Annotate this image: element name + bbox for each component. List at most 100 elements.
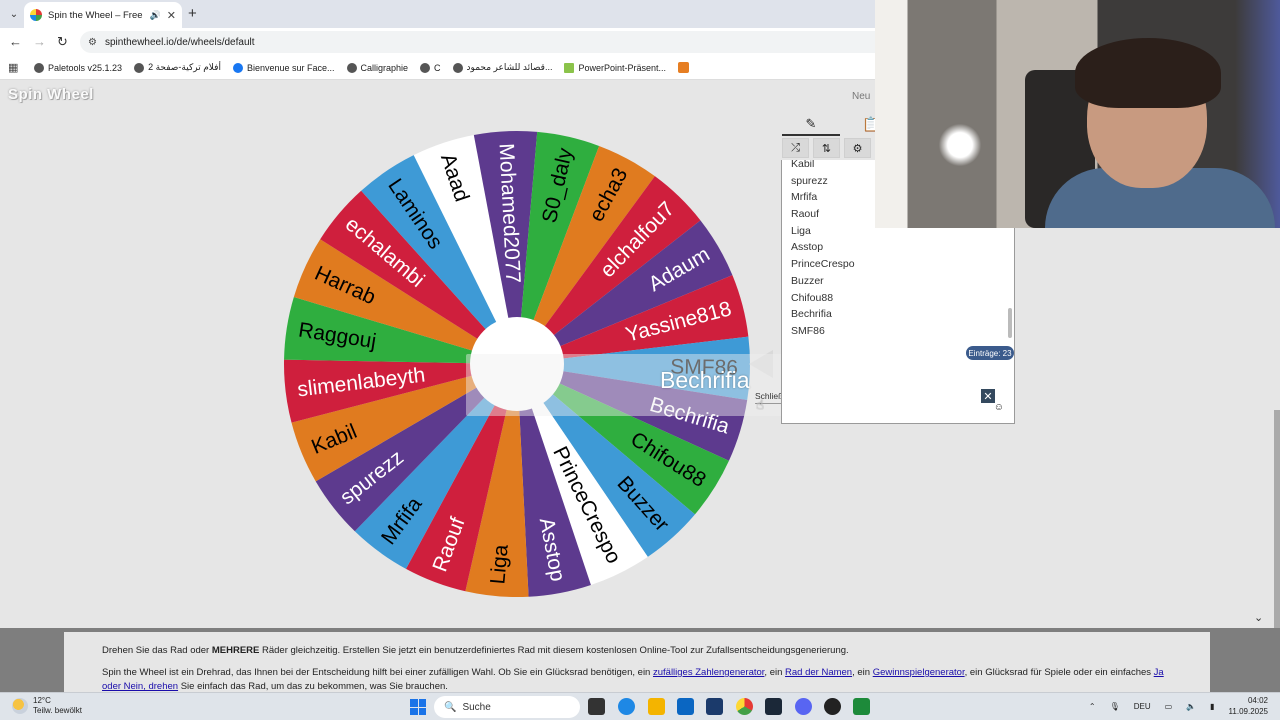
search-icon: 🔍: [444, 701, 457, 713]
edit-pencil-icon[interactable]: ✎: [782, 114, 840, 136]
webcam-overlay: [875, 0, 1280, 228]
search-label: Suche: [462, 701, 491, 713]
browser-tab-active[interactable]: Spin the Wheel – Free and e 🔊 ✕: [24, 2, 182, 28]
close-x-icon[interactable]: ✕: [981, 389, 995, 403]
entry-item[interactable]: Bechrifia: [791, 306, 1014, 323]
entry-tools: ⤮ ⇅ ⚙: [782, 138, 876, 158]
info-paragraph-2: Spin the Wheel ist ein Drehrad, das Ihne…: [102, 666, 1172, 694]
task-view-icon[interactable]: [588, 698, 605, 715]
reload-icon[interactable]: ↻: [57, 34, 68, 50]
windows-start-icon[interactable]: [410, 699, 426, 715]
entry-item[interactable]: PrinceCrespo: [791, 256, 1014, 273]
entry-item[interactable]: Chifou88: [791, 290, 1014, 307]
steam-icon[interactable]: [765, 698, 782, 715]
winner-name: Bechrifia: [660, 367, 750, 393]
speaker-icon[interactable]: 🔊: [150, 10, 161, 21]
webcam-plant: [935, 120, 985, 170]
bookmark-label: قصائد للشاعر محمود...: [466, 62, 553, 72]
globe-icon: [34, 62, 44, 73]
weather-widget[interactable]: 12°C Teilw. bewölkt: [12, 696, 82, 716]
bookmark-label: Paletools v25.1.23: [48, 62, 123, 73]
bookmark-item[interactable]: Bienvenue sur Face...: [232, 62, 335, 73]
edge-browser-icon[interactable]: [618, 698, 635, 715]
site-settings-icon[interactable]: ⚙: [88, 37, 97, 48]
file-explorer-icon[interactable]: [648, 698, 665, 715]
bookmark-label: أفلام تركية-صفحة 2: [148, 62, 221, 72]
network-icon[interactable]: ▭: [1165, 702, 1173, 711]
entry-item[interactable]: Buzzer: [791, 273, 1014, 290]
microphone-icon[interactable]: 🎙: [1110, 702, 1120, 711]
entries-scrollbar[interactable]: [1008, 308, 1012, 338]
info-text: , ein: [764, 667, 786, 678]
bookmark-item[interactable]: Calligraphie: [346, 62, 409, 73]
tab-close-icon[interactable]: ✕: [167, 9, 176, 22]
globe-icon: [134, 62, 145, 73]
entry-item[interactable]: Asstop: [791, 239, 1014, 256]
clock[interactable]: 04:02 11.09.2025: [1229, 695, 1268, 717]
terminal-icon[interactable]: [853, 698, 870, 715]
globe-icon: [452, 62, 463, 73]
bookmark-label: PowerPoint-Präsent...: [578, 62, 667, 73]
entries-count-badge: Einträge: 23: [966, 346, 1014, 360]
forward-arrow-icon[interactable]: →: [33, 34, 46, 49]
windows-taskbar: 12°C Teilw. bewölkt 🔍 Suche ⌃ 🎙 DEU ▭ 🔈 ▮ …: [0, 692, 1280, 720]
emoji-smiley-icon[interactable]: ☺: [994, 402, 1004, 413]
apps-grid-icon[interactable]: ▦: [8, 61, 22, 74]
bookmark-item[interactable]: قصائد للشاعر محمود...: [452, 62, 553, 73]
link-giveaway-generator[interactable]: Gewinnspielgenerator: [873, 667, 965, 678]
info-text: , ein Glücksrad für Spiele oder ein einf…: [964, 667, 1154, 678]
chevron-up-icon[interactable]: ⌃: [1089, 702, 1096, 711]
powerpoint-icon: [564, 62, 575, 73]
bookmark-folder-icon[interactable]: [678, 62, 690, 73]
bookmark-item[interactable]: أفلام تركية-صفحة 2: [134, 62, 221, 73]
bookmark-item[interactable]: PowerPoint-Präsent...: [564, 62, 667, 73]
info-section: Drehen Sie das Rad oder MEHRERE Räder gl…: [0, 628, 1280, 692]
bookmark-label: C: [434, 62, 441, 73]
weather-text: 12°C Teilw. bewölkt: [33, 696, 82, 716]
outlook-icon[interactable]: [677, 698, 694, 715]
back-arrow-icon[interactable]: ←: [9, 34, 22, 49]
link-number-generator[interactable]: zufälliges Zahlengenerator: [653, 667, 764, 678]
globe-icon: [346, 62, 357, 73]
info-text: Sie einfach das Rad, um das zu bekommen,…: [178, 681, 448, 692]
bookmark-item[interactable]: C: [420, 62, 441, 73]
entry-item[interactable]: SMF86: [791, 323, 1014, 340]
facebook-icon: [232, 62, 243, 73]
site-favicon-icon: [30, 9, 42, 21]
bookmark-label: Calligraphie: [360, 62, 409, 73]
info-paragraph-1: Drehen Sie das Rad oder MEHRERE Räder gl…: [102, 644, 1172, 658]
info-text: Räder gleichzeitig. Erstellen Sie jetzt …: [259, 645, 849, 656]
url-text: spinthewheel.io/de/wheels/default: [104, 36, 255, 48]
store-icon[interactable]: [706, 698, 723, 715]
chevron-down-icon[interactable]: ⌄: [1254, 611, 1263, 624]
system-tray: ⌃ 🎙 DEU ▭ 🔈 ▮ 04:02 11.09.2025: [1089, 695, 1268, 717]
info-text: Spin the Wheel ist ein Drehrad, das Ihne…: [102, 667, 653, 678]
link-name-wheel[interactable]: Rad der Namen: [785, 667, 852, 678]
tab-title: Spin the Wheel – Free and e: [48, 9, 144, 21]
app-icon[interactable]: [824, 698, 841, 715]
info-bold: MEHRERE: [211, 645, 260, 656]
new-tab-plus-icon[interactable]: +: [188, 5, 197, 22]
globe-icon: [420, 62, 431, 73]
settings-gear-icon[interactable]: ⚙: [844, 138, 871, 158]
partly-cloudy-icon: [12, 698, 28, 714]
webcam-person-hair: [1075, 38, 1221, 108]
chrome-icon[interactable]: [736, 698, 753, 715]
wheel-segment-label: Liga: [486, 543, 512, 585]
info-text: , ein: [852, 667, 873, 678]
battery-icon[interactable]: ▮: [1210, 702, 1214, 711]
volume-icon[interactable]: 🔈: [1186, 702, 1196, 711]
taskbar-search[interactable]: 🔍 Suche: [434, 696, 580, 718]
page-scrollbar[interactable]: [1274, 410, 1280, 628]
shuffle-icon[interactable]: ⤮: [782, 138, 809, 158]
date: 11.09.2025: [1228, 707, 1268, 716]
tab-list-chevron-icon[interactable]: ⌄: [6, 6, 22, 22]
sort-icon[interactable]: ⇅: [813, 138, 840, 158]
bookmark-item[interactable]: Paletools v25.1.23: [34, 62, 123, 73]
language-indicator[interactable]: DEU: [1134, 702, 1151, 711]
info-text: Drehen Sie das Rad oder: [102, 645, 212, 656]
weather-condition: Teilw. bewölkt: [33, 706, 82, 715]
time: 04:02: [1247, 696, 1268, 705]
temperature: 12°C: [33, 696, 51, 705]
discord-icon[interactable]: [795, 698, 812, 715]
